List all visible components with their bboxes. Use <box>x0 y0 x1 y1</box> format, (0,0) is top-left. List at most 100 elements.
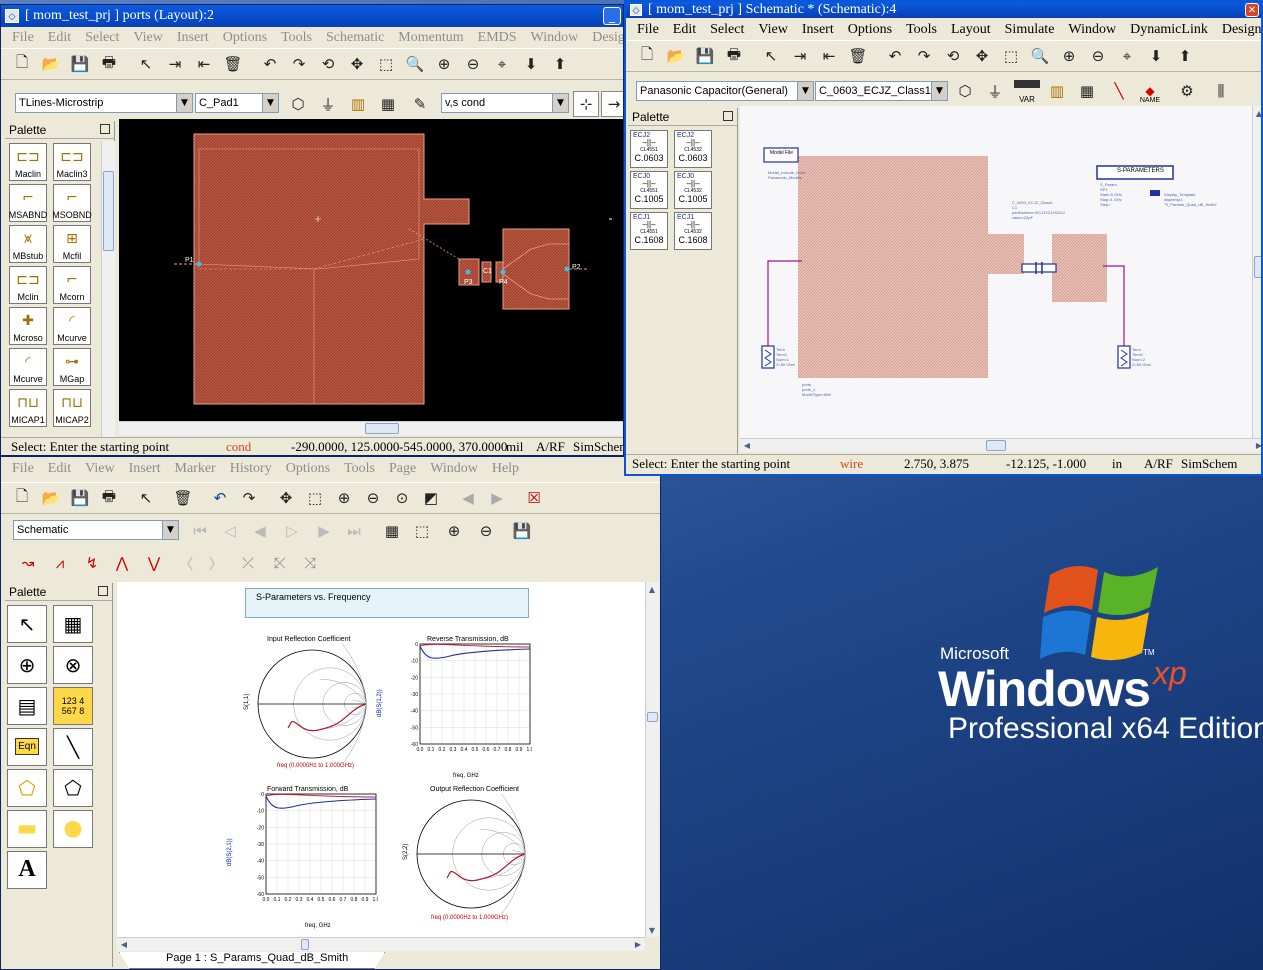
layout-menu-schematic[interactable]: Schematic <box>319 30 391 46</box>
schematic-menu-designguide[interactable]: DesignGuide <box>1215 22 1261 38</box>
stop-icon[interactable]: ☒ <box>521 485 547 511</box>
mid-icon[interactable]: ▷ <box>279 518 305 544</box>
zoom-out-icon[interactable]: ⊖ <box>360 485 386 511</box>
sch-library-combo[interactable]: Panasonic Capacitor(General) ▼ <box>636 81 814 101</box>
layout-menu-insert[interactable]: Insert <box>170 30 216 46</box>
trace-icon-5[interactable]: ⋁ <box>141 550 167 576</box>
data-menu-options[interactable]: Options <box>279 461 337 477</box>
layout-menu-options[interactable]: Options <box>216 30 274 46</box>
schematic-menu-layout[interactable]: Layout <box>944 22 998 38</box>
schematic-menu-dynamiclink[interactable]: DynamicLink <box>1123 22 1215 38</box>
zoom-in-icon[interactable]: ⊕ <box>1056 43 1082 69</box>
palette-item-ecj1-4[interactable]: ECJ1 –||– CL4551 C.1608 <box>630 212 668 250</box>
undo-icon[interactable]: ↶ <box>207 485 233 511</box>
grid-icon[interactable]: ▦ <box>379 518 405 544</box>
layout-menu-window[interactable]: Window <box>524 30 586 46</box>
trace-icon-6[interactable]: 〈 <box>173 550 199 576</box>
data-page[interactable]: S-Parameters vs. Frequency Input Reflect… <box>117 582 645 937</box>
next-icon[interactable]: ▶ <box>311 518 337 544</box>
data-menu-marker[interactable]: Marker <box>168 461 223 477</box>
open-icon[interactable]: 📂 <box>38 485 64 511</box>
data-menu-insert[interactable]: Insert <box>122 461 168 477</box>
layout-menu-tools[interactable]: Tools <box>274 30 319 46</box>
number-tool[interactable]: 123 4 567 8 <box>53 687 93 725</box>
zoom-icon[interactable]: 🔍 <box>1027 43 1053 69</box>
palette-item-maclin3[interactable]: ⊏⊐ Maclin3 <box>53 143 91 181</box>
prev-page-icon[interactable]: ◀ <box>455 485 481 511</box>
palette-item-mcorn[interactable]: ⌐ Mcorn <box>53 266 91 304</box>
layout-menu-view[interactable]: View <box>126 30 169 46</box>
zoom-icon[interactable]: 🔍 <box>402 51 428 77</box>
palette-scrollbar[interactable] <box>101 141 115 437</box>
fit-icon[interactable]: ⌖ <box>489 51 515 77</box>
rotate-icon[interactable]: ⟲ <box>940 43 966 69</box>
upload-icon[interactable]: ⬆ <box>547 51 573 77</box>
schematic-menu-edit[interactable]: Edit <box>666 22 703 38</box>
zoom-area-icon[interactable]: ⬚ <box>373 51 399 77</box>
schematic-menu-select[interactable]: Select <box>703 22 751 38</box>
pointer-tool[interactable]: ↖ <box>7 605 47 643</box>
delete-icon[interactable]: 🗑 <box>845 43 871 69</box>
save-icon[interactable]: 💾 <box>692 43 718 69</box>
palette-item-ecj1-5[interactable]: ECJ1 –||– CL4532 C.1608 <box>674 212 712 250</box>
data-menu-page[interactable]: Page <box>382 461 423 477</box>
prev-icon[interactable]: ◀ <box>247 518 273 544</box>
pen-icon[interactable]: ✎ <box>407 91 433 117</box>
open-icon[interactable]: 📂 <box>38 51 64 77</box>
zoom-area-icon[interactable]: ⬚ <box>409 518 435 544</box>
layout-canvas[interactable]: P1 P3 C1 P4 P2 <box>119 119 623 421</box>
arrow-right-icon[interactable]: → <box>601 91 623 117</box>
schematic-hscroll[interactable]: ◀ ▶ <box>740 438 1261 452</box>
insert-icon[interactable]: ⇥ <box>162 51 188 77</box>
delete-icon[interactable]: 🗑 <box>170 485 196 511</box>
minimize-button[interactable]: _ <box>603 7 621 25</box>
palette-item-ecj2-0[interactable]: ECJ2 –||– CL4551 C.0603 <box>630 130 668 168</box>
ellipse-tool[interactable]: ● <box>53 810 93 848</box>
palette-item-mcroso[interactable]: ✚ Mcroso <box>9 307 47 345</box>
select-arrow-icon[interactable]: ↖ <box>758 43 784 69</box>
smith-tool[interactable]: ⊗ <box>53 646 93 684</box>
save-icon[interactable]: 💾 <box>67 51 93 77</box>
port-icon[interactable]: ⬡ <box>952 78 978 104</box>
zoom-in-icon[interactable]: ⊕ <box>431 51 457 77</box>
palette-item-mbstub[interactable]: ⩙ MBstub <box>9 225 47 263</box>
page-tab[interactable]: Page 1 : S_Params_Quad_dB_Smith <box>119 952 385 969</box>
marker-icon[interactable]: ◩ <box>418 485 444 511</box>
move-icon[interactable]: ✥ <box>344 51 370 77</box>
palette-item-ecj0-3[interactable]: ECJ0 –||– CL4532 C.1005 <box>674 171 712 209</box>
palette-item-mcfil[interactable]: ⊞ Mcfil <box>53 225 91 263</box>
delete-icon[interactable]: 🗑 <box>220 51 246 77</box>
line-tool[interactable]: ╲ <box>53 728 93 766</box>
first-icon[interactable]: ⏮ <box>187 518 213 544</box>
back-icon[interactable]: ◁ <box>217 518 243 544</box>
rectangle-tool[interactable]: ▬ <box>7 810 47 848</box>
undo-icon[interactable]: ↶ <box>257 51 283 77</box>
zoom-out-icon[interactable]: ⊖ <box>460 51 486 77</box>
redo-icon[interactable]: ↷ <box>286 51 312 77</box>
schematic-menu-options[interactable]: Options <box>841 22 899 38</box>
schematic-menu-window[interactable]: Window <box>1061 22 1123 38</box>
zoom-out-icon[interactable]: ⊖ <box>473 518 499 544</box>
pin-icon[interactable] <box>723 111 733 121</box>
library-combo[interactable]: TLines-Microstrip ▼ <box>15 93 193 113</box>
schematic-menu-file[interactable]: File <box>630 22 666 38</box>
palette-item-ecj0-2[interactable]: ECJ0 –||– CL4551 C.1005 <box>630 171 668 209</box>
rotate-icon[interactable]: ⟲ <box>315 51 341 77</box>
data-menu-window[interactable]: Window <box>423 461 485 477</box>
polygon-tool[interactable]: ⬠ <box>7 769 47 807</box>
select-arrow-icon[interactable]: ↖ <box>133 485 159 511</box>
redo-icon[interactable]: ↷ <box>236 485 262 511</box>
zoom-area-icon[interactable]: ⬚ <box>302 485 328 511</box>
ground-icon[interactable]: ⏚ <box>315 91 341 117</box>
data-menu-history[interactable]: History <box>223 461 279 477</box>
zoom-in-icon[interactable]: ⊕ <box>331 485 357 511</box>
pin-icon[interactable] <box>98 586 108 596</box>
list-tool[interactable]: ▦ <box>53 605 93 643</box>
simulate-icon[interactable]: ▥ <box>345 91 371 117</box>
palette-item-mgap[interactable]: ⊶ MGap <box>53 348 91 386</box>
tuning-icon[interactable]: ⫼ <box>1208 78 1234 104</box>
component-combo[interactable]: C_Pad1 ▼ <box>195 93 279 113</box>
data-menu-tools[interactable]: Tools <box>337 461 382 477</box>
palette-item-mcurve[interactable]: ◜ Mcurve <box>9 348 47 386</box>
new-icon[interactable]: 🗋 <box>634 43 660 69</box>
